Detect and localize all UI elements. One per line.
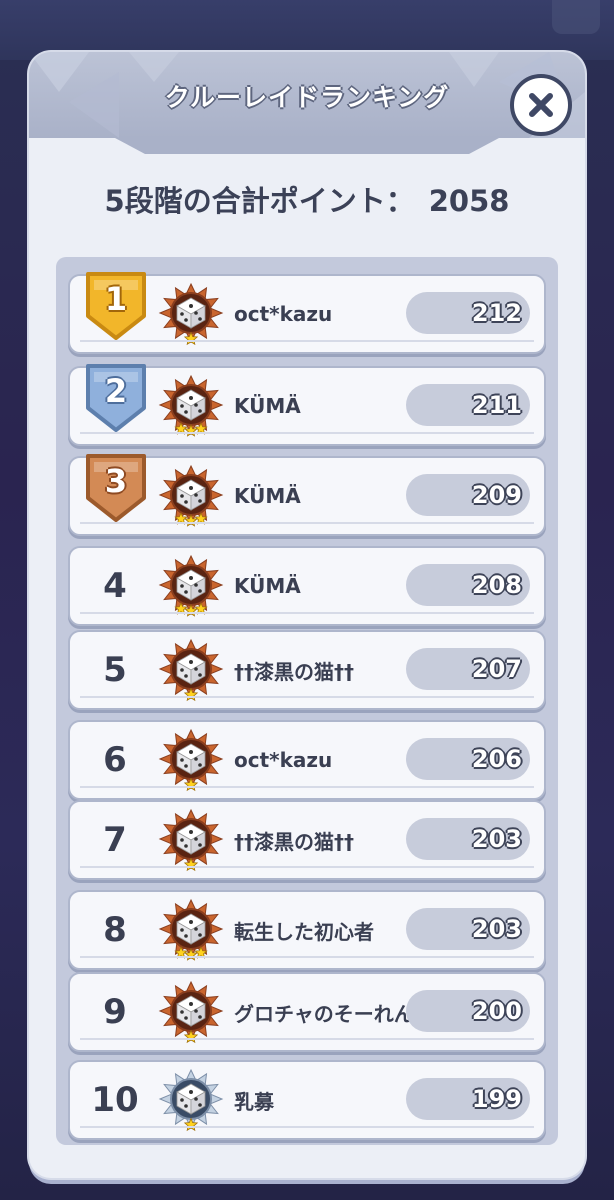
row-divider <box>80 612 534 614</box>
ranking-row[interactable]: 8 転生した初心者 203 <box>68 890 546 970</box>
background-button <box>552 0 600 34</box>
row-divider <box>80 696 534 698</box>
row-divider <box>80 956 534 958</box>
rank-number: 1 <box>104 280 128 318</box>
score-pill: 208 <box>406 564 530 606</box>
player-score: 200 <box>471 997 522 1025</box>
bronze-dice-badge-1star-icon <box>158 728 224 792</box>
player-score: 203 <box>471 825 522 853</box>
score-pill: 200 <box>406 990 530 1032</box>
player-score: 208 <box>471 571 522 599</box>
score-pill: 211 <box>406 384 530 426</box>
rank-number: 2 <box>104 372 128 410</box>
ranking-row[interactable]: 4 KÜMÄ 208 <box>68 546 546 626</box>
ranking-row[interactable]: 6 oct*kazu 206 <box>68 720 546 800</box>
row-divider <box>80 1126 534 1128</box>
bronze-dice-badge-3star-icon <box>158 554 224 617</box>
background-header <box>0 0 614 60</box>
row-divider <box>80 432 534 434</box>
row-divider <box>80 1038 534 1040</box>
row-divider <box>80 340 534 342</box>
score-pill: 199 <box>406 1078 530 1120</box>
score-pill: 207 <box>406 648 530 690</box>
player-score: 203 <box>471 915 522 943</box>
total-points: 5段階の合計ポイント： 2058 <box>29 178 585 220</box>
rank-number: 3 <box>104 462 128 500</box>
score-pill: 212 <box>406 292 530 334</box>
score-pill: 203 <box>406 908 530 950</box>
player-score: 212 <box>471 299 522 327</box>
ranking-row[interactable]: 7 ††漆黒の猫†† 203 <box>68 800 546 880</box>
close-button[interactable] <box>510 74 572 136</box>
bronze-dice-badge-3star-icon <box>158 374 224 437</box>
bronze-dice-badge-1star-icon <box>158 638 224 702</box>
total-points-value: 2058 <box>428 184 510 218</box>
close-icon <box>529 93 553 117</box>
ranking-row[interactable]: 3 KÜMÄ 209 <box>68 454 546 536</box>
ranking-row[interactable]: 1 oct*kazu 212 <box>68 272 546 354</box>
bronze-dice-badge-1star-icon <box>158 980 224 1044</box>
row-divider <box>80 522 534 524</box>
total-points-label: 5段階の合計ポイント： <box>104 184 415 218</box>
ranking-row[interactable]: 9 グロチャのそーれん 200 <box>68 972 546 1052</box>
player-score: 211 <box>471 391 522 419</box>
score-pill: 203 <box>406 818 530 860</box>
player-score: 199 <box>471 1085 522 1113</box>
score-pill: 206 <box>406 738 530 780</box>
ranking-row[interactable]: 5 ††漆黒の猫†† 207 <box>68 630 546 710</box>
dialog-title: クルーレイドランキング <box>164 83 450 112</box>
row-divider <box>80 866 534 868</box>
player-score: 209 <box>471 481 522 509</box>
ranking-row[interactable]: 10 乳募 199 <box>68 1060 546 1140</box>
player-score: 207 <box>471 655 522 683</box>
header-notch <box>115 138 499 154</box>
bronze-dice-badge-3star-icon <box>158 898 224 961</box>
score-pill: 209 <box>406 474 530 516</box>
silver-dice-badge-1star-icon <box>158 1068 224 1132</box>
row-divider <box>80 786 534 788</box>
bronze-dice-badge-1star-icon <box>158 282 224 346</box>
player-score: 206 <box>471 745 522 773</box>
ranking-row[interactable]: 2 KÜMÄ 211 <box>68 364 546 446</box>
bronze-dice-badge-1star-icon <box>158 808 224 872</box>
bronze-dice-badge-3star-icon <box>158 464 224 527</box>
